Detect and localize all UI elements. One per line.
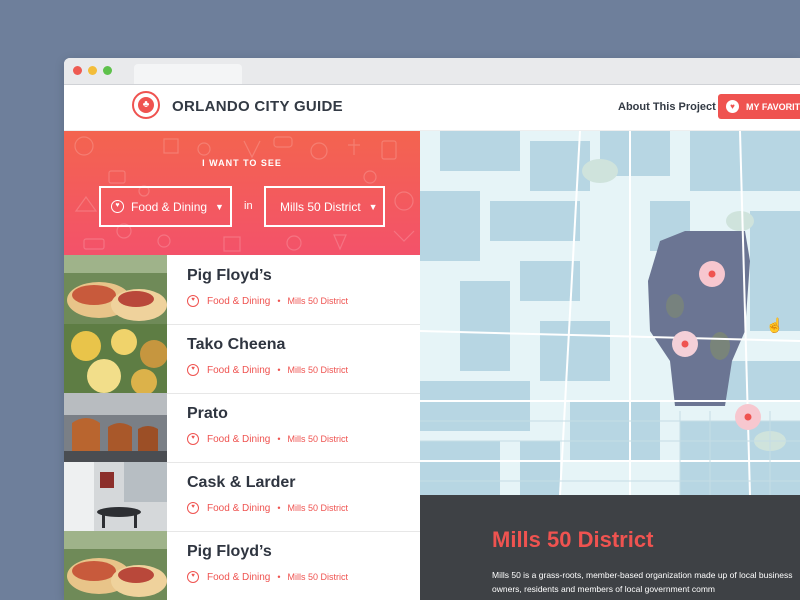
food-photo [64, 324, 167, 393]
browser-chrome [64, 58, 800, 85]
heart-icon: ♥ [111, 200, 124, 213]
listing-name[interactable]: Prato [187, 405, 228, 423]
listing-meta: ♥ Food & Dining • Mills 50 District [187, 502, 348, 514]
maximize-window-icon[interactable] [103, 66, 112, 75]
district-description: Mills 50 is a grass-roots, member-based … [492, 570, 793, 594]
listing-meta: ♥ Food & Dining • Mills 50 District [187, 295, 348, 307]
district-select[interactable]: Mills 50 District ▼ [264, 186, 385, 227]
heart-icon[interactable]: ♥ [187, 571, 199, 583]
filter-heading: I WANT TO SEE [202, 158, 282, 168]
browser-tab[interactable] [134, 64, 242, 84]
map-marker-pin[interactable] [735, 404, 761, 430]
listing-district: Mills 50 District [287, 572, 349, 582]
my-favorites-button[interactable]: ♥ MY FAVORITES [718, 94, 800, 119]
heart-icon[interactable]: ♥ [187, 364, 199, 376]
district-select-value: Mills 50 District [280, 199, 361, 214]
listing-list: Pig Floyd’s ♥ Food & Dining • Mills 50 D… [64, 255, 420, 600]
map-marker-pin[interactable] [672, 331, 698, 357]
listing-district: Mills 50 District [287, 434, 349, 444]
browser-window: ♣ ORLANDO CITY GUIDE About This Project … [64, 58, 800, 600]
filter-hero: I WANT TO SEE ♥ Food & Dining ▼ in Mills… [64, 131, 420, 255]
heart-icon[interactable]: ♥ [187, 502, 199, 514]
logo-icon[interactable]: ♣ [132, 91, 160, 119]
map-marker-pin[interactable] [699, 261, 725, 287]
heart-icon[interactable]: ♥ [187, 295, 199, 307]
bullet-separator: • [277, 296, 281, 306]
caret-down-icon: ▼ [368, 201, 378, 212]
heart-icon: ♥ [726, 100, 739, 113]
listing-district: Mills 50 District [287, 365, 349, 375]
listing-meta: ♥ Food & Dining • Mills 50 District [187, 433, 348, 445]
category-select[interactable]: ♥ Food & Dining ▼ [99, 186, 232, 227]
restaurant-photo [64, 462, 167, 531]
listing-name[interactable]: Pig Floyd’s [187, 267, 272, 285]
list-item[interactable]: Pig Floyd’s ♥ Food & Dining • Mills 50 D… [64, 531, 420, 600]
bullet-separator: • [277, 365, 281, 375]
hand-cursor-icon: ☝ [766, 317, 784, 333]
listing-meta: ♥ Food & Dining • Mills 50 District [187, 571, 348, 583]
map-canvas [420, 131, 800, 495]
food-photo [64, 531, 167, 600]
site-title[interactable]: ORLANDO CITY GUIDE [172, 98, 343, 115]
list-item[interactable]: Prato ♥ Food & Dining • Mills 50 Distric… [64, 393, 420, 463]
caret-down-icon: ▼ [215, 201, 224, 212]
district-title: Mills 50 District [492, 527, 654, 552]
listing-district: Mills 50 District [287, 296, 349, 306]
list-item[interactable]: Tako Cheena ♥ Food & Dining • Mills 50 D… [64, 324, 420, 394]
my-favorites-label: MY FAVORITES [746, 101, 800, 112]
list-item[interactable]: Cask & Larder ♥ Food & Dining • Mills 50… [64, 462, 420, 532]
listing-name[interactable]: Pig Floyd’s [187, 543, 272, 561]
listing-category: Food & Dining [207, 433, 271, 445]
listing-category: Food & Dining [207, 571, 271, 583]
bullet-separator: • [277, 434, 281, 444]
listing-category: Food & Dining [207, 364, 271, 376]
minimize-window-icon[interactable] [88, 66, 97, 75]
listing-district: Mills 50 District [287, 503, 349, 513]
list-item[interactable]: Pig Floyd’s ♥ Food & Dining • Mills 50 D… [64, 255, 420, 325]
site-header: ♣ ORLANDO CITY GUIDE About This Project … [64, 85, 800, 131]
filter-connector: in [244, 200, 253, 212]
listing-name[interactable]: Tako Cheena [187, 336, 285, 354]
bullet-separator: • [277, 572, 281, 582]
category-select-value: Food & Dining [131, 199, 208, 214]
bullet-separator: • [277, 503, 281, 513]
district-map[interactable]: ☝ [420, 131, 800, 495]
close-window-icon[interactable] [73, 66, 82, 75]
restaurant-photo [64, 393, 167, 462]
listing-category: Food & Dining [207, 295, 271, 307]
heart-icon[interactable]: ♥ [187, 433, 199, 445]
food-photo [64, 255, 167, 324]
district-info-panel: Mills 50 District Mills 50 is a grass-ro… [420, 495, 800, 600]
about-link[interactable]: About This Project [618, 101, 716, 113]
listing-name[interactable]: Cask & Larder [187, 474, 296, 492]
listing-meta: ♥ Food & Dining • Mills 50 District [187, 364, 348, 376]
listing-category: Food & Dining [207, 502, 271, 514]
